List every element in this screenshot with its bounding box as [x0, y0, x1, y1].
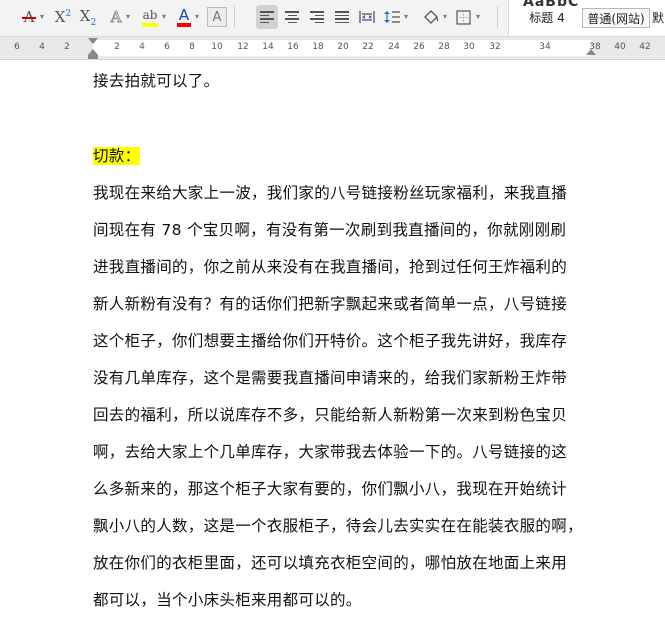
ruler-label: 30: [463, 42, 475, 52]
toolbar-separator: [234, 6, 235, 28]
font-color-swatch: [177, 23, 191, 27]
doc-line: 啊，去给大家上个几单库存，大家带我去体验一下的。八号链接的这: [93, 443, 568, 461]
ruler-label: 8: [189, 42, 195, 52]
right-indent-marker[interactable]: [586, 49, 596, 55]
highlighted-text: 切款：: [93, 147, 141, 165]
ruler-label: 18: [312, 42, 324, 52]
distributed-align-icon: [359, 11, 375, 23]
ruler-label: 16: [287, 42, 299, 52]
distributed-align-button[interactable]: [356, 5, 378, 29]
text-effect-dropdown-icon[interactable]: ▾: [126, 12, 130, 21]
borders-dropdown-icon[interactable]: ▾: [476, 12, 480, 21]
document-page[interactable]: 接去拍就可以了。 切款： 我现在来给大家上一波，我们家的八号链接粉丝玩家福利，来…: [0, 60, 665, 617]
ruler-label: 40: [614, 42, 626, 52]
superscript-icon: X2: [54, 8, 72, 26]
ruler-label: 22: [362, 42, 374, 52]
align-center-icon: [285, 11, 299, 23]
ruler-label: 20: [337, 42, 349, 52]
ruler-label: 24: [388, 42, 400, 52]
doc-line: 都可以，当个小床头柜来用都可以的。: [93, 591, 362, 609]
subscript-icon: X2: [79, 6, 97, 28]
font-color-dropdown-icon[interactable]: ▾: [195, 12, 199, 21]
align-right-icon: [310, 11, 324, 23]
doc-line: 没有几单库存，这个是需要我直播间申请来的，给我们家新粉王炸带: [93, 369, 568, 387]
style-heading-4[interactable]: 标题 4: [517, 8, 577, 26]
left-indent-marker[interactable]: [88, 55, 98, 59]
doc-line: 我现在来给大家上一波，我们家的八号链接粉丝玩家福利，来我直播: [93, 184, 568, 202]
align-center-button[interactable]: [281, 5, 303, 29]
highlighter-icon: ab: [142, 8, 158, 22]
horizontal-ruler[interactable]: 6 4 2 2 4 6 8 10 12 14 16 18 20 22 24 26…: [0, 37, 665, 60]
doc-line: 放在你们的衣柜里面，还可以填充衣柜空间的，哪怕放在地面上来用: [93, 554, 568, 572]
text-effect-icon: A: [110, 8, 122, 27]
paint-bucket-icon: [424, 10, 439, 24]
shading-dropdown-icon[interactable]: ▾: [443, 12, 447, 21]
ruler-label: 26: [413, 42, 425, 52]
ruler-label: 12: [237, 42, 249, 52]
text-effect-button[interactable]: A: [106, 5, 126, 29]
subscript-button[interactable]: X2: [77, 5, 99, 29]
borders-icon: [455, 9, 471, 25]
ruler-label: 34: [539, 42, 551, 52]
doc-line: 接去拍就可以了。: [93, 72, 220, 90]
doc-line: 飘小八的人数，这是一个衣服柜子，待会儿去实实在在能装衣服的啊，: [93, 517, 583, 535]
ruler-label: 2: [64, 42, 70, 52]
ruler-label: 4: [139, 42, 145, 52]
toolbar-separator: [497, 6, 498, 28]
align-left-icon: [260, 11, 274, 23]
doc-line: 新人新粉有没有？有的话你们把新字飘起来或者简单一点，八号链接: [93, 295, 568, 313]
justify-button[interactable]: [331, 5, 353, 29]
first-line-indent-marker[interactable]: [88, 38, 98, 44]
section-heading: 切款：: [93, 138, 593, 175]
character-shading-button[interactable]: A: [207, 7, 227, 27]
ruler-label: 6: [164, 42, 170, 52]
character-shading-icon: A: [212, 9, 222, 25]
style-default-partial[interactable]: 默: [652, 8, 665, 26]
style-normal-web[interactable]: 普通(网站): [582, 8, 650, 28]
line-spacing-dropdown-icon[interactable]: ▾: [404, 12, 408, 21]
doc-line: 进我直播间的，你之前从来没有在我直播间，抢到过任何王炸福利的: [93, 258, 568, 276]
font-color-button[interactable]: A: [174, 5, 194, 29]
ruler-label: 14: [262, 42, 274, 52]
formatting-toolbar: A ▾ X2 X2 A ▾ ab ▾ A ▾ A: [0, 0, 665, 37]
ruler-label: 42: [639, 42, 651, 52]
doc-line: 间现在有 78 个宝贝啊，有没有第一次刷到我直播间的，你就刚刚刷: [93, 221, 567, 239]
strikethrough-icon: A: [21, 8, 37, 26]
doc-line: 么多新来的，那这个柜子大家有要的，你们飘小八，我现在开始统计: [93, 480, 568, 498]
strikethrough-dropdown-icon[interactable]: ▾: [40, 12, 44, 21]
style-gallery: AaBbC 标题 4 普通(网站) 默: [508, 0, 665, 36]
ruler-label: 28: [438, 42, 450, 52]
justify-icon: [335, 11, 349, 23]
ruler-label: 10: [211, 42, 223, 52]
highlight-dropdown-icon[interactable]: ▾: [162, 12, 166, 21]
doc-line: 回去的福利，所以说库存不多，只能给新人新粉第一次来到粉色宝贝: [93, 406, 568, 424]
align-left-button[interactable]: [256, 5, 278, 29]
line-spacing-icon: [384, 11, 400, 23]
align-right-button[interactable]: [306, 5, 328, 29]
borders-button[interactable]: [452, 5, 474, 29]
font-color-icon: A: [178, 6, 190, 24]
ruler-label: 4: [39, 42, 45, 52]
ruler-label: 6: [14, 42, 20, 52]
ruler-label: 32: [489, 42, 501, 52]
superscript-button[interactable]: X2: [52, 5, 74, 29]
line-spacing-button[interactable]: [381, 5, 403, 29]
highlight-color-swatch: [142, 23, 158, 27]
highlight-button[interactable]: ab: [139, 5, 161, 29]
doc-line: 这个柜子，你们想要主播给你们开特价。这个柜子我先讲好，我库存: [93, 332, 568, 350]
shading-button[interactable]: [420, 5, 442, 29]
strikethrough-button[interactable]: A: [18, 5, 40, 29]
ruler-label: 2: [114, 42, 120, 52]
